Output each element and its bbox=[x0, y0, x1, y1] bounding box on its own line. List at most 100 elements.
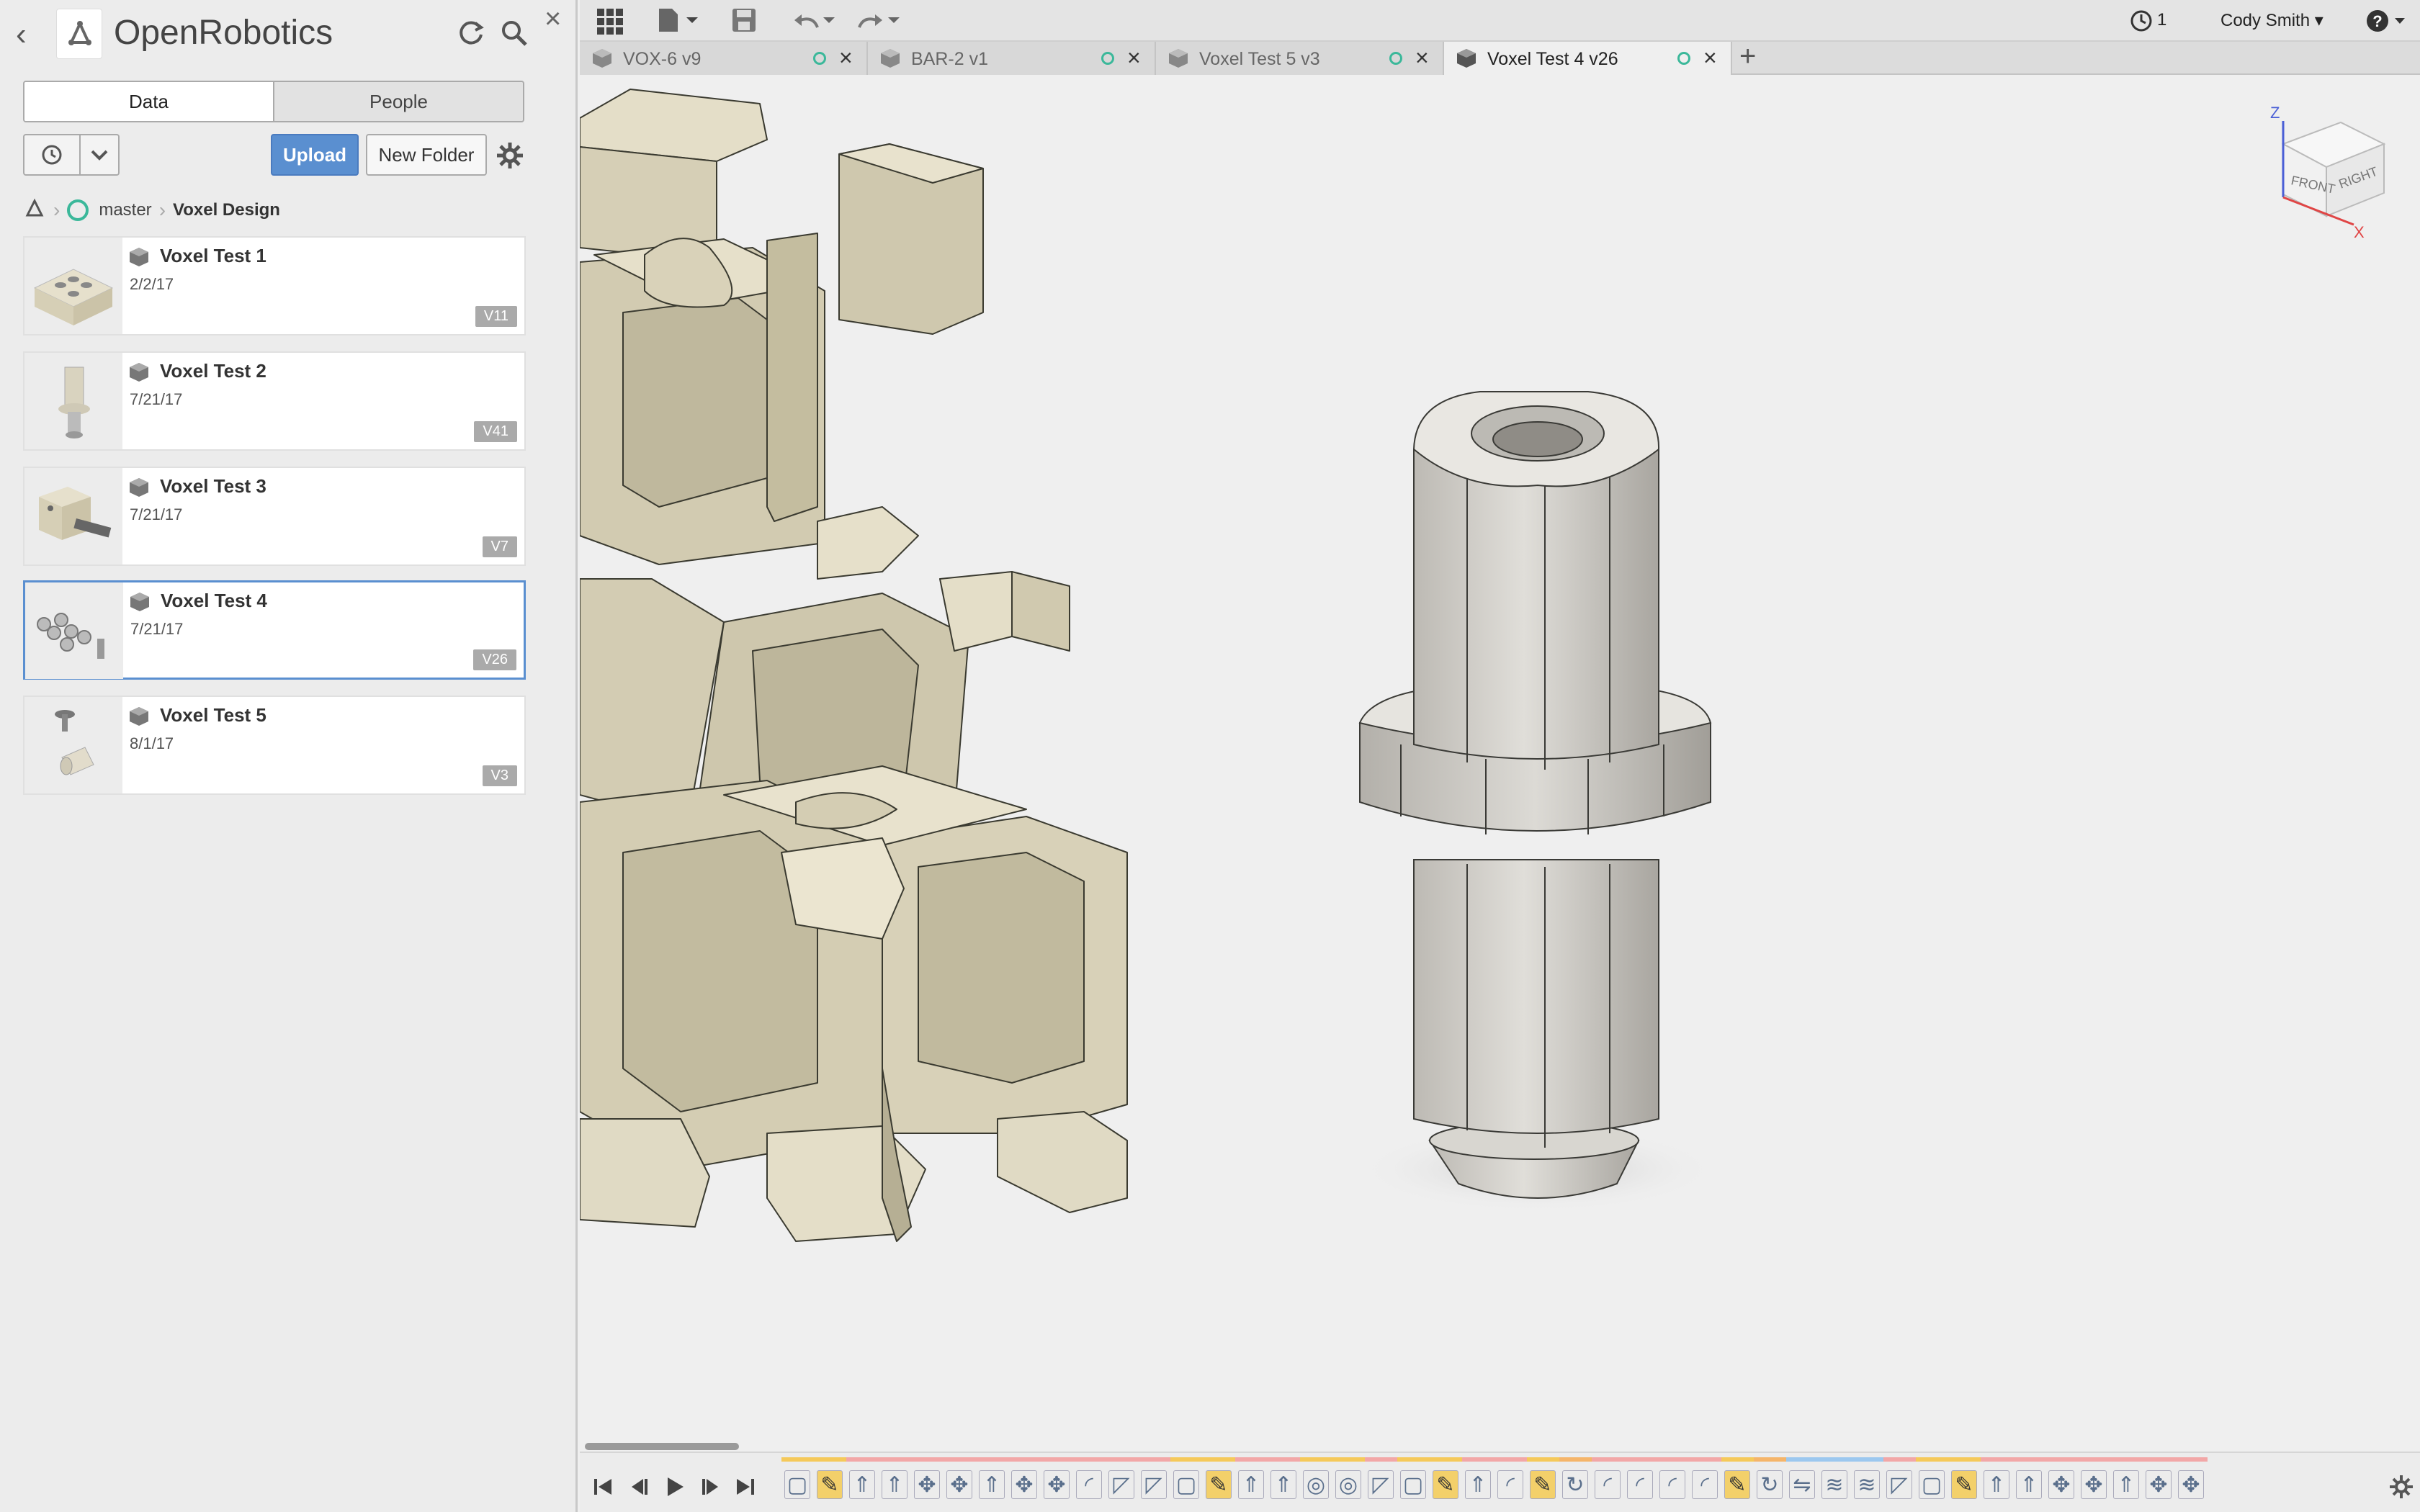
timeline-move-icon[interactable]: ✥ bbox=[946, 1470, 972, 1499]
timeline-sketch-icon[interactable]: ✎ bbox=[1530, 1470, 1556, 1499]
close-tab-icon[interactable]: × bbox=[1127, 45, 1141, 71]
timeline-fillet-icon[interactable]: ◜ bbox=[1659, 1470, 1685, 1499]
timeline-chamfer-icon[interactable]: ◸ bbox=[1141, 1470, 1167, 1499]
timeline-chamfer-icon[interactable]: ◸ bbox=[1368, 1470, 1394, 1499]
job-status-clock-icon[interactable] bbox=[2128, 6, 2154, 36]
undo-icon[interactable] bbox=[789, 6, 839, 36]
timeline-extrude-icon[interactable]: ⇑ bbox=[1238, 1470, 1264, 1499]
timeline-extrude-icon[interactable]: ⇑ bbox=[2016, 1470, 2042, 1499]
timeline-feature-group-bar bbox=[879, 1457, 911, 1462]
file-thumbnail bbox=[24, 468, 122, 564]
refresh-icon[interactable] bbox=[455, 17, 487, 49]
tab-data[interactable]: Data bbox=[24, 82, 273, 121]
timeline-sketch-icon[interactable]: ✎ bbox=[1433, 1470, 1458, 1499]
user-menu[interactable]: Cody Smith ▾ bbox=[2220, 10, 2323, 31]
save-icon[interactable] bbox=[730, 6, 758, 36]
timeline-extrude-icon[interactable]: ⇑ bbox=[2113, 1470, 2139, 1499]
document-tab[interactable]: VOX-6 v9 × bbox=[580, 42, 868, 75]
timeline-box-icon[interactable]: ▢ bbox=[1400, 1470, 1426, 1499]
timeline-sketch-icon[interactable]: ✎ bbox=[817, 1470, 843, 1499]
file-date: 8/1/17 bbox=[130, 734, 174, 752]
job-count[interactable]: 1 bbox=[2157, 10, 2166, 30]
timeline-extrude-icon[interactable]: ⇑ bbox=[849, 1470, 875, 1499]
timeline-feature-group-bar bbox=[1138, 1457, 1170, 1462]
timeline-fillet-icon[interactable]: ◜ bbox=[1595, 1470, 1621, 1499]
timeline-extrude-icon[interactable]: ⇑ bbox=[979, 1470, 1005, 1499]
upload-button[interactable]: Upload bbox=[271, 134, 359, 176]
skip-start-icon[interactable] bbox=[590, 1473, 617, 1500]
timeline-fillet-icon[interactable]: ◜ bbox=[1692, 1470, 1718, 1499]
hub-icon[interactable] bbox=[23, 197, 46, 225]
breadcrumb-branch[interactable]: master bbox=[99, 200, 151, 220]
chevron-down-icon[interactable] bbox=[79, 134, 120, 176]
timeline-box-icon[interactable]: ▢ bbox=[1173, 1470, 1199, 1499]
timeline-move-icon[interactable]: ✥ bbox=[1044, 1470, 1070, 1499]
file-card[interactable]: Voxel Test 1 2/2/17 V11 bbox=[23, 236, 526, 336]
timeline-fillet-icon[interactable]: ◜ bbox=[1627, 1470, 1653, 1499]
redo-icon[interactable] bbox=[853, 6, 904, 36]
close-tab-icon[interactable]: × bbox=[839, 45, 853, 71]
model-canvas[interactable] bbox=[580, 75, 2420, 1440]
gear-icon[interactable] bbox=[494, 140, 526, 171]
timeline-move-icon[interactable]: ✥ bbox=[2048, 1470, 2074, 1499]
timeline-feature-group-bar bbox=[1332, 1457, 1365, 1462]
close-panel-icon[interactable]: × bbox=[544, 3, 561, 35]
tab-people[interactable]: People bbox=[273, 82, 523, 121]
timeline-fillet-icon[interactable]: ◜ bbox=[1497, 1470, 1523, 1499]
back-icon[interactable]: ‹ bbox=[16, 17, 42, 52]
timeline-extrude-icon[interactable]: ⇑ bbox=[1984, 1470, 2009, 1499]
timeline-feature-group-bar bbox=[1041, 1457, 1073, 1462]
file-card[interactable]: Voxel Test 5 8/1/17 V3 bbox=[23, 696, 526, 795]
document-tab[interactable]: Voxel Test 5 v3 × bbox=[1156, 42, 1444, 75]
version-history-button[interactable] bbox=[23, 134, 81, 176]
play-icon[interactable] bbox=[660, 1473, 688, 1500]
timeline-move-icon[interactable]: ✥ bbox=[2146, 1470, 2172, 1499]
timeline-thread-icon[interactable]: ≋ bbox=[1854, 1470, 1880, 1499]
timeline-feature-group-bar bbox=[1462, 1457, 1494, 1462]
timeline-extrude-icon[interactable]: ⇑ bbox=[1270, 1470, 1296, 1499]
timeline-settings-gear-icon[interactable] bbox=[2388, 1473, 2415, 1500]
file-card[interactable]: Voxel Test 3 7/21/17 V7 bbox=[23, 467, 526, 566]
timeline-chamfer-icon[interactable]: ◸ bbox=[1886, 1470, 1912, 1499]
file-date: 2/2/17 bbox=[130, 275, 174, 293]
timeline-move-icon[interactable]: ✥ bbox=[2081, 1470, 2107, 1499]
app-grid-icon[interactable] bbox=[594, 6, 626, 36]
skip-end-icon[interactable] bbox=[731, 1473, 758, 1500]
step-back-icon[interactable] bbox=[626, 1473, 653, 1500]
timeline-extrude-icon[interactable]: ⇑ bbox=[882, 1470, 908, 1499]
new-tab-icon[interactable]: + bbox=[1739, 40, 1756, 73]
timeline-sketch-icon[interactable]: ✎ bbox=[1951, 1470, 1977, 1499]
close-tab-icon[interactable]: × bbox=[1703, 45, 1717, 71]
canvas-scrollbar[interactable] bbox=[585, 1443, 739, 1450]
timeline-revolve-icon[interactable]: ↻ bbox=[1562, 1470, 1588, 1499]
step-forward-icon[interactable] bbox=[696, 1473, 724, 1500]
timeline-feature-group-bar bbox=[2143, 1457, 2175, 1462]
timeline-extrude-icon[interactable]: ⇑ bbox=[1465, 1470, 1491, 1499]
document-tab-active[interactable]: Voxel Test 4 v26 × bbox=[1444, 42, 1732, 75]
timeline-move-icon[interactable]: ✥ bbox=[914, 1470, 940, 1499]
timeline-fillet-icon[interactable]: ◜ bbox=[1076, 1470, 1102, 1499]
timeline-thread-icon[interactable]: ≋ bbox=[1821, 1470, 1847, 1499]
timeline-hole-icon[interactable]: ◎ bbox=[1303, 1470, 1329, 1499]
close-tab-icon[interactable]: × bbox=[1415, 45, 1429, 71]
search-icon[interactable] bbox=[498, 17, 530, 49]
timeline-move-icon[interactable]: ✥ bbox=[1011, 1470, 1037, 1499]
timeline-hole-icon[interactable]: ◎ bbox=[1335, 1470, 1361, 1499]
timeline-chamfer-icon[interactable]: ◸ bbox=[1108, 1470, 1134, 1499]
timeline-mirror-icon[interactable]: ⇋ bbox=[1789, 1470, 1815, 1499]
new-folder-button[interactable]: New Folder bbox=[366, 134, 487, 176]
timeline-sketch-icon[interactable]: ✎ bbox=[1724, 1470, 1750, 1499]
timeline-feature-group-bar bbox=[1883, 1457, 1916, 1462]
file-card-selected[interactable]: Voxel Test 4 7/21/17 V26 bbox=[23, 580, 526, 680]
timeline-sketch-icon[interactable]: ✎ bbox=[1206, 1470, 1232, 1499]
file-card[interactable]: Voxel Test 2 7/21/17 V41 bbox=[23, 351, 526, 451]
file-menu-icon[interactable] bbox=[655, 6, 705, 36]
timeline-move-icon[interactable]: ✥ bbox=[2178, 1470, 2204, 1499]
timeline-revolve-icon[interactable]: ↻ bbox=[1757, 1470, 1783, 1499]
help-icon[interactable]: ? bbox=[2363, 6, 2411, 36]
document-tab[interactable]: BAR-2 v1 × bbox=[868, 42, 1156, 75]
timeline-box-icon[interactable]: ▢ bbox=[784, 1470, 810, 1499]
breadcrumb-separator-icon: › bbox=[53, 199, 60, 221]
view-cube[interactable]: FRONT RIGHT Z X bbox=[2262, 101, 2398, 245]
timeline-box-icon[interactable]: ▢ bbox=[1919, 1470, 1945, 1499]
